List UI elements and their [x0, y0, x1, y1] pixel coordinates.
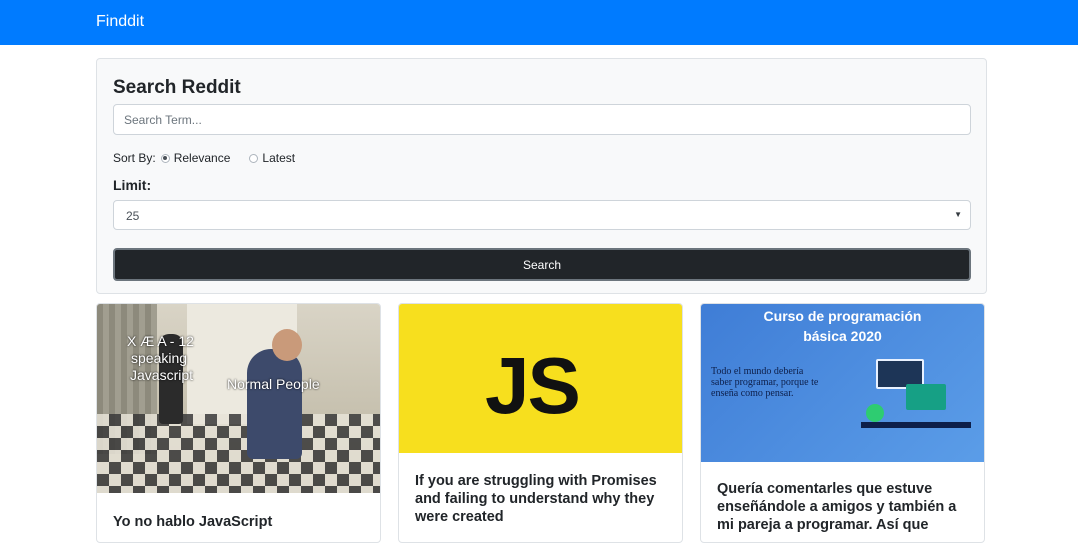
- post-image: Curso de programación básica 2020 Todo e…: [701, 304, 984, 462]
- chevron-down-icon: ▼: [954, 210, 962, 219]
- post-card[interactable]: X Æ A - 12 speaking Javascript Normal Pe…: [96, 303, 381, 543]
- brand-link[interactable]: Finddit: [96, 13, 144, 31]
- limit-value: 25: [126, 209, 140, 223]
- post-image: X Æ A - 12 speaking Javascript Normal Pe…: [97, 304, 380, 493]
- sort-option-relevance[interactable]: Relevance: [156, 151, 231, 165]
- post-card[interactable]: Curso de programación básica 2020 Todo e…: [700, 303, 985, 543]
- screen-illustration: [906, 384, 946, 410]
- checkered-floor: [97, 414, 380, 493]
- post-card[interactable]: JS If you are struggling with Promises a…: [398, 303, 683, 543]
- latest-radio[interactable]: [249, 153, 259, 163]
- course-subtitle: Todo el mundo debería saber programar, p…: [711, 366, 819, 399]
- relevance-radio[interactable]: [160, 153, 170, 163]
- search-panel: Search Reddit Sort By: Relevance Latest …: [96, 58, 987, 294]
- desk-illustration: [861, 422, 971, 428]
- search-input[interactable]: [113, 104, 971, 135]
- sort-label: Sort By:: [113, 151, 156, 165]
- meme-caption-3: Javascript: [130, 367, 194, 383]
- limit-label: Limit:: [113, 177, 152, 193]
- course-title-line-1: Curso de programación: [763, 308, 922, 324]
- meme-caption-2: speaking: [131, 350, 188, 366]
- relevance-label: Relevance: [173, 151, 231, 165]
- post-image: JS: [399, 304, 682, 453]
- post-title[interactable]: Quería comentarles que estuve enseñándol…: [717, 480, 977, 534]
- meme-caption-4: Normal People: [227, 376, 320, 392]
- latest-label: Latest: [262, 151, 296, 165]
- course-title-line-2: básica 2020: [803, 328, 882, 344]
- post-title[interactable]: Yo no hablo JavaScript: [113, 513, 373, 531]
- search-button[interactable]: Search: [113, 248, 971, 281]
- walking-figure: [247, 349, 302, 459]
- post-title[interactable]: If you are struggling with Promises and …: [415, 472, 675, 526]
- navbar: Finddit: [0, 0, 1078, 45]
- search-title: Search Reddit: [113, 77, 241, 98]
- figure-head: [272, 329, 302, 361]
- meme-caption-1: X Æ A - 12: [127, 333, 194, 349]
- course-title: Curso de programación básica 2020: [701, 306, 984, 346]
- sort-row: Sort By: Relevance Latest: [113, 151, 309, 165]
- sort-option-latest[interactable]: Latest: [244, 151, 295, 165]
- js-logo-text: JS: [485, 341, 581, 430]
- limit-select[interactable]: 25 ▼: [113, 200, 971, 230]
- plant-illustration: [866, 404, 884, 422]
